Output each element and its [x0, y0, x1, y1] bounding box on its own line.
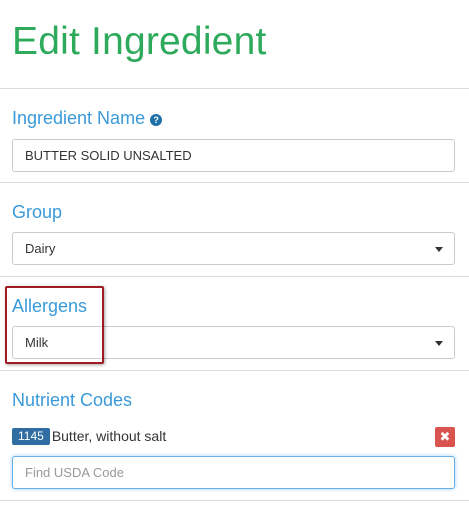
- group-selected-value: Dairy: [25, 241, 56, 256]
- divider: [0, 88, 469, 89]
- ingredient-name-section-label: Ingredient Name?: [12, 107, 163, 129]
- ingredient-name-label: Ingredient Name: [12, 108, 146, 128]
- nutrient-code-item: 1145 Butter, without salt: [12, 427, 166, 445]
- ingredient-name-value: BUTTER SOLID UNSALTED: [25, 148, 192, 163]
- divider: [0, 500, 469, 501]
- allergens-label: Allergens: [12, 296, 88, 316]
- usda-code-search-input[interactable]: Find USDA Code: [12, 456, 455, 489]
- page-title: Edit Ingredient: [12, 20, 267, 63]
- ingredient-name-field[interactable]: BUTTER SOLID UNSALTED: [12, 139, 455, 172]
- divider: [0, 182, 469, 183]
- nutrient-code-description: Butter, without salt: [51, 428, 167, 444]
- nutrient-codes-label: Nutrient Codes: [12, 390, 133, 410]
- usda-code-search-placeholder: Find USDA Code: [25, 465, 124, 480]
- group-select[interactable]: Dairy: [12, 232, 455, 265]
- nutrient-code-badge: 1145: [12, 427, 50, 445]
- question-circle-icon[interactable]: ?: [150, 114, 163, 126]
- allergens-selected-value: Milk: [25, 335, 49, 350]
- edit-ingredient-page: Edit Ingredient Ingredient Name? BUTTER …: [0, 0, 469, 505]
- caret-down-icon: [435, 247, 443, 252]
- group-label: Group: [12, 202, 63, 222]
- divider: [0, 370, 469, 371]
- divider: [0, 276, 469, 277]
- remove-nutrient-code-button[interactable]: ✖: [435, 427, 455, 447]
- times-icon: ✖: [439, 429, 451, 444]
- caret-down-icon: [435, 341, 443, 346]
- allergens-select[interactable]: Milk: [12, 326, 455, 359]
